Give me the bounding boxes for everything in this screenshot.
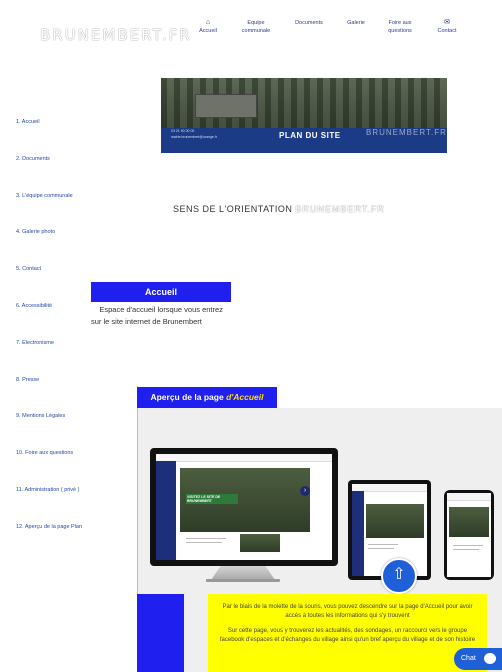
nav-label: Galerie — [347, 20, 365, 26]
accueil-heading: Accueil — [91, 282, 231, 302]
nav-equipe[interactable]: Equipe communale — [236, 19, 276, 35]
nav-documents[interactable]: Documents — [290, 19, 328, 27]
nav-galerie[interactable]: Galerie — [344, 19, 368, 27]
info-paragraph-2: Sur cette page, vous y trouverez les act… — [219, 628, 476, 643]
section-heading: SENS DE L'ORIENTATION BRUNEMBERT.FR — [173, 204, 385, 214]
banner-title: PLAN DU SITE — [279, 131, 341, 140]
sidebar-item-accessibilite[interactable]: 6. Accessibilité — [16, 303, 52, 309]
info-paragraph-1: Par le biais de la molette de la souris,… — [222, 604, 473, 619]
screen-line — [186, 542, 222, 543]
preview-heading-emphasis: d'Accueil — [226, 392, 264, 402]
sidebar-item-galerie[interactable]: 4. Galerie photo — [16, 229, 55, 235]
banner-email: mairie.brunembert@orange.fr — [171, 135, 217, 139]
nav-faq[interactable]: Foire aux questions — [382, 19, 418, 35]
info-text: Par le biais de la molette de la souris,… — [218, 603, 477, 644]
nav-contact[interactable]: ✉ Contact — [434, 19, 460, 35]
preview-heading-text: Aperçu de la page — [150, 392, 227, 402]
home-icon: ⌂ — [205, 19, 211, 26]
screen-line — [368, 544, 398, 545]
banner-logo: BRUNEMBERT.FR — [366, 128, 447, 137]
nav-accueil[interactable]: ⌂ Accueil — [196, 19, 220, 35]
desktop-mockup: VISITEZ LE SITE DE BRUNEMBERT › — [150, 448, 338, 566]
sidebar-item-contact[interactable]: 5. Contact — [16, 266, 41, 272]
chat-label: Chat — [461, 655, 476, 662]
desktop-screen: VISITEZ LE SITE DE BRUNEMBERT › — [156, 454, 332, 560]
heading-logo: BRUNEMBERT.FR — [295, 204, 385, 214]
screen-line — [368, 548, 394, 549]
chat-bubble-icon — [484, 653, 496, 664]
monitor-base — [206, 579, 280, 582]
nav-label-line2: questions — [388, 28, 412, 34]
screen-thumbnail — [240, 534, 280, 552]
sidebar-item-apercu[interactable]: 12. Aperçu de la page Plan — [16, 524, 82, 530]
blue-accent-block — [137, 594, 184, 672]
nav-label-line1: Equipe — [247, 20, 265, 26]
chat-button[interactable]: Chat — [454, 648, 502, 670]
screen-sidebar — [156, 461, 176, 560]
sidebar-item-equipe[interactable]: 3. L'équipe communale — [16, 193, 73, 199]
scroll-up-button[interactable]: ⇧ — [381, 558, 417, 594]
arrow-up-icon: ⇧ — [392, 566, 406, 583]
screen-caption: VISITEZ LE SITE DE BRUNEMBERT — [186, 494, 238, 504]
screen-line — [453, 545, 483, 546]
nav-label-line2: communale — [241, 28, 271, 34]
sidebar-item-mentions[interactable]: 9. Mentions Légales — [16, 413, 65, 419]
accueil-text: Espace d'accueil lorsque vous entrez sur… — [91, 305, 223, 326]
preview-heading: Aperçu de la page d'Accueil — [137, 387, 277, 408]
screen-line — [186, 538, 226, 539]
sidebar-item-electronisme[interactable]: 7. Electronisme — [16, 340, 54, 346]
screen-photo — [449, 507, 489, 537]
screen-photo — [366, 504, 424, 538]
screen-nav — [156, 454, 332, 462]
site-logo[interactable]: BRUNEMBERT.FR — [40, 26, 192, 44]
sidebar-item-accueil[interactable]: 1. Accueil — [16, 119, 40, 125]
nav-label: Documents — [295, 20, 323, 26]
monitor-stand — [211, 566, 275, 580]
phone-screen — [447, 493, 491, 577]
nav-label: Contact — [437, 28, 457, 34]
accueil-description: Espace d'accueil lorsque vous entrez sur… — [91, 304, 231, 328]
envelope-icon: ✉ — [444, 19, 450, 26]
next-arrow-icon: › — [300, 486, 310, 496]
sidebar-item-administration[interactable]: 11. Administration ( privé ) — [16, 487, 79, 493]
nav-label-line1: Foire aux — [388, 20, 412, 26]
screen-nav — [447, 493, 491, 501]
hero-banner: 03 21 90 00 00 mairie.brunembert@orange.… — [161, 78, 447, 153]
nav-label: Accueil — [199, 28, 217, 34]
heading-text: SENS DE L'ORIENTATION — [173, 204, 293, 214]
banner-phone: 03 21 90 00 00 — [171, 129, 195, 133]
sidebar-item-faq[interactable]: 10. Foire aux questions — [16, 450, 73, 456]
sidebar-item-documents[interactable]: 2. Documents — [16, 156, 50, 162]
phone-mockup — [444, 490, 494, 580]
screen-line — [453, 549, 479, 550]
screen-sidebar — [352, 491, 364, 576]
banner-sign — [195, 94, 257, 118]
sidebar-item-presse[interactable]: 8. Presse — [16, 377, 39, 383]
